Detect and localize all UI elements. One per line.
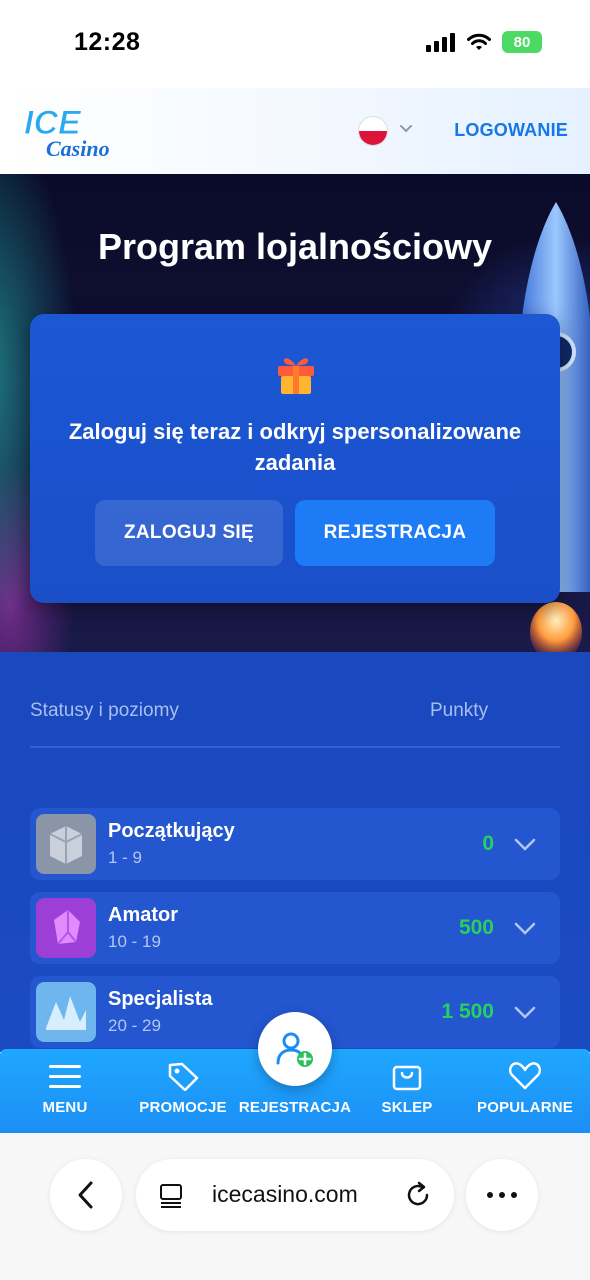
status-icons: 80 [426,31,542,53]
chevron-down-icon[interactable] [514,834,536,854]
nav-item-popular[interactable]: POPULARNE [466,1061,584,1116]
level-points: 0 [482,832,494,855]
url-text: icecasino.com [212,1181,358,1207]
tag-icon [168,1062,199,1091]
language-flag-icon[interactable] [358,116,388,146]
beginner-level-badge-icon [36,814,96,874]
nav-item-shop[interactable]: SKLEP [348,1061,466,1116]
gift-icon [278,358,314,394]
loyalty-levels-section: Statusy i poziomy Punkty Początkujący 1 … [0,652,590,1052]
level-points: 1 500 [441,1000,494,1023]
chevron-left-icon [78,1181,93,1209]
nav-label: SKLEP [381,1099,433,1116]
nav-label: REJESTRACJA [238,1099,352,1116]
chevron-down-icon[interactable] [514,918,536,938]
chevron-down-icon[interactable] [514,1002,536,1022]
page-menu-icon[interactable] [158,1182,184,1208]
register-button[interactable]: REJESTRACJA [295,500,495,566]
level-range: 10 - 19 [108,932,161,951]
amateur-level-badge-icon [36,898,96,958]
nav-item-menu[interactable]: MENU [6,1061,124,1116]
level-name: Amator [108,904,179,926]
ice-casino-logo[interactable]: ICE Casino [22,102,120,161]
level-range: 1 - 9 [108,848,143,867]
nav-label: PROMOCJE [139,1099,227,1116]
signal-icon [426,33,455,52]
level-name: Początkujący [108,820,235,842]
header-divider [30,746,560,748]
level-name: Specjalista [108,988,213,1010]
nav-label: MENU [42,1099,88,1116]
status-bar: 12:28 80 [0,0,590,88]
status-time: 12:28 [74,28,141,56]
more-dots-icon [487,1192,517,1198]
chevron-down-icon[interactable] [398,121,414,137]
nav-label: POPULARNE [477,1099,573,1116]
shopping-bag-icon [392,1065,422,1091]
wifi-icon [467,33,491,50]
page-title: Program lojalnościowy [97,226,493,267]
level-range: 20 - 29 [108,1016,161,1035]
specialist-level-badge-icon [36,982,96,1042]
back-button[interactable] [50,1159,122,1231]
promo-message: Zaloguj się teraz i odkryj spersonalizow… [68,419,522,475]
logo-bottom-text: Casino [46,136,110,160]
browser-toolbar: icecasino.com [0,1133,590,1280]
add-user-icon [276,1032,313,1067]
reload-icon[interactable] [404,1181,432,1209]
heart-icon [508,1062,542,1090]
battery-indicator: 80 [502,31,542,53]
level-points: 500 [458,916,494,939]
level-row-beginner[interactable]: Początkujący 1 - 9 0 [30,808,560,880]
levels-column-header: Statusy i poziomy [30,700,179,721]
login-button[interactable]: ZALOGUJ SIĘ [95,500,283,566]
menu-icon [49,1065,81,1088]
site-header: ICE Casino LOGOWANIE [0,88,590,174]
level-row-amateur[interactable]: Amator 10 - 19 500 [30,892,560,964]
hero-section: Program lojalnościowy Zaloguj się teraz … [0,174,590,652]
login-link[interactable]: LOGOWANIE [454,120,568,141]
address-bar[interactable]: icecasino.com [136,1159,454,1231]
points-column-header: Punkty [430,700,489,721]
register-fab-button[interactable] [258,1012,332,1086]
more-options-button[interactable] [466,1159,538,1231]
login-promo-card: Zaloguj się teraz i odkryj spersonalizow… [30,314,560,603]
nav-item-promotions[interactable]: PROMOCJE [124,1061,242,1116]
